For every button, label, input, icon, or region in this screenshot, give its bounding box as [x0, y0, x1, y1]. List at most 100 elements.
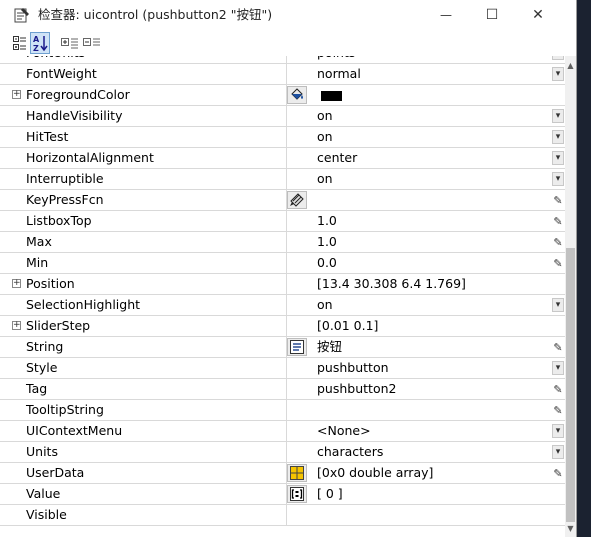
property-name: HitTest — [26, 129, 69, 144]
collapse-all-icon[interactable] — [82, 32, 102, 54]
column-divider — [286, 64, 287, 84]
dropdown-arrow-icon[interactable]: ▾ — [552, 151, 564, 165]
property-value[interactable]: 1.0 — [317, 211, 337, 231]
property-row[interactable]: Style pushbutton ▾ — [0, 358, 565, 379]
categorized-view-icon[interactable] — [10, 32, 30, 54]
property-row[interactable]: UserData [0x0 double array] ✎ — [0, 463, 565, 484]
property-value[interactable]: <None> — [317, 421, 371, 441]
property-row[interactable]: + SliderStep [0.01 0.1] — [0, 316, 565, 337]
scroll-thumb[interactable] — [566, 248, 575, 522]
column-divider — [286, 253, 287, 273]
property-grid: FontUnits points ▾ FontWeight normal ▾ + Foregr… — [0, 56, 565, 537]
property-value[interactable]: on — [317, 169, 333, 189]
callback-editor-icon[interactable] — [287, 191, 307, 209]
property-row[interactable]: String 按钮 ✎ — [0, 337, 565, 358]
property-row[interactable]: ListboxTop 1.0 ✎ — [0, 211, 565, 232]
window-title: 检查器: uicontrol (pushbutton2 "按钮") — [38, 7, 273, 22]
dropdown-arrow-icon[interactable]: ▾ — [552, 109, 564, 123]
dropdown-arrow-icon[interactable]: ▾ — [552, 56, 564, 60]
dropdown-arrow-icon[interactable]: ▾ — [552, 445, 564, 459]
pencil-edit-icon[interactable]: ✎ — [552, 235, 564, 249]
property-row[interactable]: HitTest on ▾ — [0, 127, 565, 148]
property-value[interactable]: [0x0 double array] — [317, 463, 433, 483]
property-row[interactable]: Max 1.0 ✎ — [0, 232, 565, 253]
property-row[interactable]: KeyPressFcn ✎ — [0, 190, 565, 211]
property-value[interactable]: characters — [317, 442, 383, 462]
property-name: Style — [26, 360, 58, 375]
dropdown-arrow-icon[interactable]: ▾ — [552, 67, 564, 81]
expand-all-icon[interactable] — [60, 32, 80, 54]
property-value[interactable]: on — [317, 106, 333, 126]
pencil-edit-icon[interactable]: ✎ — [552, 466, 564, 480]
property-value[interactable]: [ 0 ] — [317, 484, 343, 504]
matrix-bracket-icon[interactable] — [287, 485, 307, 503]
property-row[interactable]: Tag pushbutton2 ✎ — [0, 379, 565, 400]
toolbar: A Z — [0, 30, 576, 56]
property-row[interactable]: Units characters ▾ — [0, 442, 565, 463]
sort-alphabetical-icon[interactable]: A Z — [30, 32, 50, 54]
vertical-scrollbar[interactable]: ▲ ▼ — [565, 56, 576, 537]
color-swatch[interactable] — [321, 91, 342, 101]
property-value[interactable]: normal — [317, 64, 361, 84]
pencil-edit-icon[interactable]: ✎ — [552, 403, 564, 417]
pencil-edit-icon[interactable]: ✎ — [552, 193, 564, 207]
property-row[interactable]: FontUnits points ▾ — [0, 56, 565, 64]
property-name: UIContextMenu — [26, 423, 123, 438]
property-value[interactable]: [13.4 30.308 6.4 1.769] — [317, 274, 466, 294]
pencil-edit-icon[interactable]: ✎ — [552, 214, 564, 228]
scroll-down-icon[interactable]: ▼ — [565, 521, 576, 535]
title-bar[interactable]: 检查器: uicontrol (pushbutton2 "按钮") — ☐ ✕ — [0, 0, 576, 30]
pencil-edit-icon[interactable]: ✎ — [552, 340, 564, 354]
dropdown-arrow-icon[interactable]: ▾ — [552, 361, 564, 375]
expand-icon[interactable]: + — [12, 321, 21, 330]
dropdown-arrow-icon[interactable]: ▾ — [552, 298, 564, 312]
property-value[interactable]: 0.0 — [317, 253, 337, 273]
expand-icon[interactable]: + — [12, 279, 21, 288]
column-divider — [286, 295, 287, 315]
property-name: Visible — [26, 507, 67, 522]
property-value[interactable]: on — [317, 127, 333, 147]
column-divider — [286, 232, 287, 252]
array-grid-icon[interactable] — [287, 464, 307, 482]
property-value[interactable]: pushbutton — [317, 358, 389, 378]
property-row[interactable]: Value [ 0 ] — [0, 484, 565, 505]
property-name: TooltipString — [26, 402, 104, 417]
property-name: SliderStep — [26, 318, 91, 333]
pencil-edit-icon[interactable]: ✎ — [552, 256, 564, 270]
property-name: ForegroundColor — [26, 87, 130, 102]
property-value[interactable]: center — [317, 148, 357, 168]
minimize-button[interactable]: — — [423, 0, 469, 30]
property-value[interactable]: points — [317, 56, 355, 63]
property-name: FontWeight — [26, 66, 97, 81]
property-row[interactable]: + Position [13.4 30.308 6.4 1.769] — [0, 274, 565, 295]
property-value[interactable]: on — [317, 295, 333, 315]
property-row[interactable]: SelectionHighlight on ▾ — [0, 295, 565, 316]
property-name: Tag — [26, 381, 48, 396]
pencil-edit-icon[interactable]: ✎ — [552, 382, 564, 396]
close-button[interactable]: ✕ — [515, 0, 561, 30]
svg-text:A: A — [33, 35, 40, 44]
dropdown-arrow-icon[interactable]: ▾ — [552, 424, 564, 438]
property-row[interactable]: + ForegroundColor — [0, 85, 565, 106]
property-row[interactable]: Visible — [0, 505, 565, 526]
maximize-button[interactable]: ☐ — [469, 0, 515, 30]
property-name: HandleVisibility — [26, 108, 123, 123]
paint-bucket-icon[interactable] — [287, 86, 307, 104]
text-list-icon[interactable] — [287, 338, 307, 356]
scroll-up-icon[interactable]: ▲ — [565, 58, 576, 72]
dropdown-arrow-icon[interactable]: ▾ — [552, 172, 564, 186]
property-value[interactable]: 1.0 — [317, 232, 337, 252]
property-value[interactable]: pushbutton2 — [317, 379, 396, 399]
property-value[interactable]: 按钮 — [317, 337, 342, 357]
dropdown-arrow-icon[interactable]: ▾ — [552, 130, 564, 144]
property-row[interactable]: Min 0.0 ✎ — [0, 253, 565, 274]
property-row[interactable]: TooltipString ✎ — [0, 400, 565, 421]
column-divider — [286, 169, 287, 189]
property-row[interactable]: Interruptible on ▾ — [0, 169, 565, 190]
property-value[interactable]: [0.01 0.1] — [317, 316, 378, 336]
property-row[interactable]: HorizontalAlignment center ▾ — [0, 148, 565, 169]
property-row[interactable]: UIContextMenu <None> ▾ — [0, 421, 565, 442]
expand-icon[interactable]: + — [12, 90, 21, 99]
property-row[interactable]: HandleVisibility on ▾ — [0, 106, 565, 127]
property-row[interactable]: FontWeight normal ▾ — [0, 64, 565, 85]
